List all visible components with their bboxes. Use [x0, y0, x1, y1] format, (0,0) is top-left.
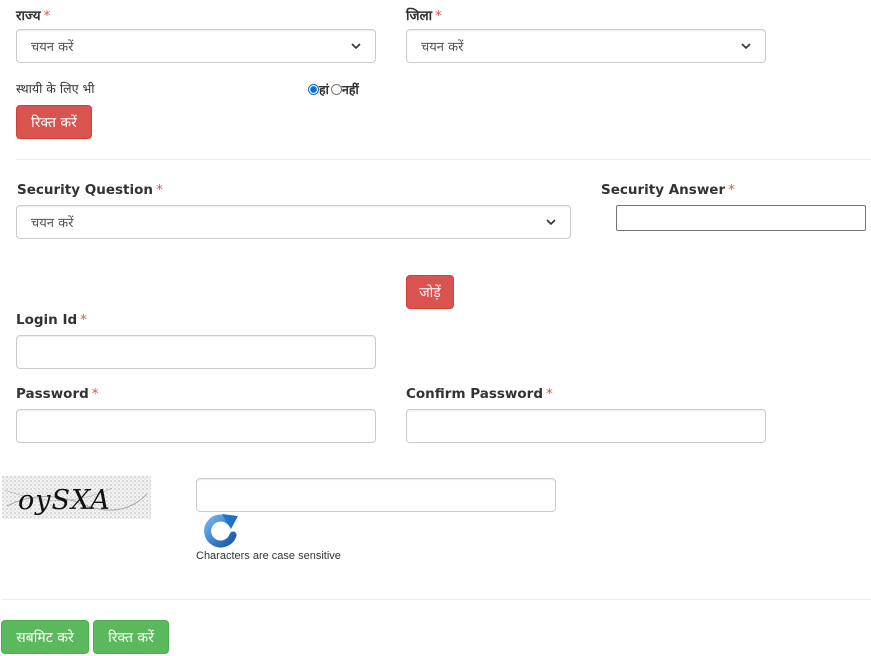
- divider: [2, 599, 871, 600]
- state-select[interactable]: चयन करें: [16, 29, 376, 63]
- login-id-label-text: Login Id: [16, 312, 78, 328]
- district-select[interactable]: चयन करें: [406, 29, 766, 63]
- confirm-password-input[interactable]: [406, 409, 766, 443]
- password-label-text: Password: [16, 386, 89, 402]
- chevron-down-icon: [741, 43, 751, 50]
- submit-button[interactable]: सबमिट करे: [1, 620, 89, 654]
- security-question-label-text: Security Question: [17, 182, 153, 198]
- state-label: राज्य *: [16, 6, 50, 24]
- required-marker: *: [80, 312, 87, 328]
- required-marker: *: [91, 386, 99, 402]
- required-marker: *: [155, 182, 163, 198]
- captcha-image: oySXA: [2, 476, 151, 519]
- district-label-text: जिला: [406, 8, 433, 24]
- required-marker: *: [728, 182, 735, 198]
- radio-no-label: नहीं: [341, 82, 359, 97]
- password-label: Password *: [16, 386, 99, 402]
- security-answer-input[interactable]: [616, 205, 866, 231]
- district-label: जिला *: [406, 6, 442, 24]
- clear-address-button[interactable]: रिक्त करें: [16, 105, 92, 139]
- login-id-label: Login Id *: [16, 312, 87, 328]
- required-marker: *: [546, 386, 553, 402]
- required-marker: *: [435, 8, 442, 24]
- security-answer-label: Security Answer *: [601, 182, 735, 198]
- captcha-image-text: oySXA: [18, 485, 111, 516]
- chevron-down-icon: [351, 43, 361, 50]
- district-select-value: चयन करें: [421, 40, 464, 55]
- chevron-down-icon: [546, 219, 556, 226]
- permanent-radio-group: हां नहीं: [308, 81, 359, 98]
- login-id-input[interactable]: [16, 335, 376, 369]
- captcha-hint: Characters are case sensitive: [196, 550, 341, 562]
- required-marker: *: [43, 8, 51, 24]
- radio-yes-label: हां: [319, 82, 329, 97]
- radio-yes[interactable]: [308, 84, 319, 95]
- refresh-icon[interactable]: [200, 512, 242, 548]
- state-select-value: चयन करें: [31, 40, 74, 55]
- security-answer-label-text: Security Answer: [601, 182, 726, 198]
- radio-no[interactable]: [330, 84, 342, 95]
- clear-form-button[interactable]: रिक्त करें: [93, 620, 169, 654]
- captcha-input[interactable]: [196, 478, 556, 512]
- security-question-select[interactable]: चयन करें: [16, 205, 571, 239]
- security-question-label: Security Question *: [17, 182, 163, 198]
- security-question-value: चयन करें: [31, 216, 74, 231]
- state-label-text: राज्य: [16, 8, 41, 24]
- add-button[interactable]: जोड़ें: [406, 275, 454, 309]
- permanent-label: स्थायी के लिए भी: [16, 81, 95, 96]
- confirm-password-label-text: Confirm Password: [406, 386, 544, 402]
- password-input[interactable]: [16, 409, 376, 443]
- confirm-password-label: Confirm Password *: [406, 386, 553, 402]
- divider: [16, 159, 871, 160]
